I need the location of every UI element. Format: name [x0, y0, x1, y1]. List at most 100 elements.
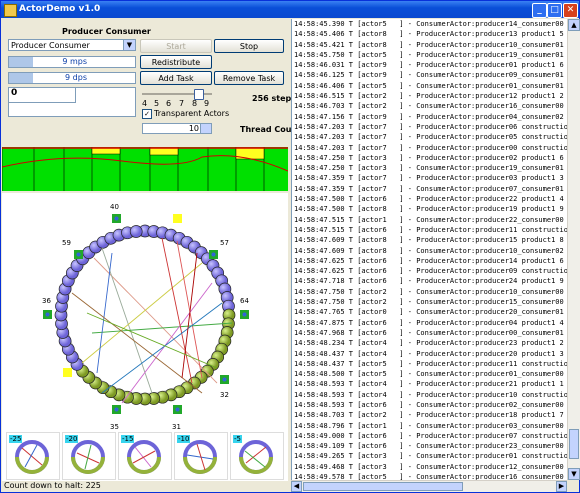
log-line: 14:58:48.437 T [actor5 ] - ProducerActor… [294, 359, 568, 368]
log-line: 14:58:47.750 T [actor2 ] - ConsumerActor… [294, 287, 568, 296]
log-line: 14:58:47.875 T [actor6 ] - ProducerActor… [294, 318, 568, 327]
scroll-thumb[interactable] [569, 429, 579, 459]
log-line: 14:58:47.359 T [actor7 ] - ProducerActor… [294, 174, 568, 183]
history-thumb[interactable]: -5 [230, 432, 284, 480]
close-button[interactable]: ✕ [563, 3, 578, 18]
log-line: 14:58:47.609 T [actor8 ] - ProducerActor… [294, 236, 568, 245]
history-thumb[interactable]: -25 [6, 432, 60, 480]
rate-value: 9 mps [62, 57, 87, 66]
log-line: 14:58:47.203 T [actor7 ] - ProducerActor… [294, 133, 568, 142]
log-line: 14:58:47.156 T [actor9 ] - ProducerActor… [294, 112, 568, 121]
add-task-button[interactable]: Add Task [140, 71, 212, 85]
scroll-right-icon[interactable]: ▶ [556, 481, 567, 492]
log-line: 14:58:49.265 T [actor3 ] - ConsumerActor… [294, 452, 568, 461]
log-line: 14:58:47.750 T [actor2 ] - ConsumerActor… [294, 298, 568, 307]
steps-slider[interactable] [142, 89, 212, 100]
minimize-button[interactable]: _ [532, 3, 547, 18]
log-line: 14:58:47.515 T [actor1 ] - ConsumerActor… [294, 215, 568, 224]
history-thumb[interactable]: -20 [62, 432, 116, 480]
count-value: 0 [9, 88, 76, 103]
scroll-down-icon[interactable]: ▼ [568, 468, 580, 480]
transparent-checkbox[interactable]: ✓ [142, 109, 152, 119]
log-line: 14:58:47.500 T [actor6 ] - ProducerActor… [294, 195, 568, 204]
maximize-button[interactable]: □ [547, 3, 562, 18]
log-line: 14:58:47.250 T [actor3 ] - ConsumerActor… [294, 164, 568, 173]
log-line: 14:58:47.718 T [actor6 ] - ProducerActor… [294, 277, 568, 286]
log-line: 14:58:47.359 T [actor7 ] - ConsumerActor… [294, 184, 568, 193]
log-line: 14:58:47.203 T [actor7 ] - ProducerActor… [294, 143, 568, 152]
node-label: 59 [62, 239, 71, 247]
demo-title: Producer Consumer [62, 27, 151, 36]
log-line: 14:58:49.468 T [actor3 ] - ConsumerActor… [294, 462, 568, 471]
steps-label: 256 steps [252, 94, 296, 103]
thumb-badge: -10 [177, 435, 191, 443]
stop-button[interactable]: Stop [214, 39, 284, 53]
rate-fill [9, 57, 33, 67]
demo-selector[interactable]: Producer Consumer ▼ [8, 39, 136, 51]
log-line: 14:58:46.125 T [actor9 ] - ConsumerActor… [294, 71, 568, 80]
log-vertical-scrollbar[interactable]: ▲ ▼ [567, 19, 580, 480]
tick-label: 5 [154, 99, 160, 108]
log-line: 14:58:45.750 T [actor5 ] - ProducerActor… [294, 50, 568, 59]
tick-label: 4 [142, 99, 148, 108]
node-label: 64 [240, 297, 249, 305]
tick-label: 9 [204, 99, 210, 108]
actor-ring[interactable]: 40 57 59 36 64 32 35 31 [2, 193, 288, 445]
remove-task-button[interactable]: Remove Task [214, 71, 284, 85]
redistribute-button[interactable]: Redistribute [140, 55, 212, 69]
app-icon [4, 4, 17, 17]
log-line: 14:58:47.515 T [actor6 ] - ProducerActor… [294, 225, 568, 234]
tick-label: 8 [192, 99, 198, 108]
control-panel: Producer Consumer Producer Consumer ▼ 9 … [2, 19, 301, 147]
transparent-label: Transparent Actors [154, 109, 230, 118]
thumb-badge: -25 [9, 435, 23, 443]
log-line: 14:58:48.593 T [actor6 ] - ConsumerActor… [294, 400, 568, 409]
chevron-down-icon[interactable]: ▼ [123, 40, 135, 50]
log-line: 14:58:48.593 T [actor4 ] - ProducerActor… [294, 390, 568, 399]
scroll-left-icon[interactable]: ◀ [291, 481, 302, 492]
actor-node[interactable] [129, 225, 143, 238]
thread-count-spinner[interactable]: 10 [142, 123, 212, 134]
dps-value: 9 dps [65, 73, 87, 82]
scroll-up-icon[interactable]: ▲ [568, 19, 580, 31]
history-thumb[interactable]: -15 [118, 432, 172, 480]
log-line: 14:58:49.578 T [actor5 ] - ConsumerActor… [294, 473, 568, 480]
dps-field[interactable]: 9 dps [8, 72, 136, 84]
log-output[interactable]: 14:58:45.390 T [actor5 ] - ConsumerActor… [291, 19, 568, 480]
log-line: 14:58:46.031 T [actor9 ] - ProducerActor… [294, 61, 568, 70]
log-line: 14:58:47.765 T [actor0 ] - ConsumerActor… [294, 308, 568, 317]
log-line: 14:58:48.500 T [actor5 ] - ConsumerActor… [294, 370, 568, 379]
start-button[interactable]: Start [140, 39, 212, 53]
node-label: 40 [110, 203, 119, 211]
dps-fill [9, 73, 33, 83]
log-line: 14:58:47.609 T [actor8 ] - ConsumerActor… [294, 246, 568, 255]
spinner-arrows-icon[interactable] [200, 124, 211, 133]
title-bar[interactable]: ActorDemo v1.0 _ □ ✕ [1, 1, 579, 18]
thread-count-value: 10 [188, 124, 199, 133]
log-line: 14:58:48.437 T [actor4 ] - ProducerActor… [294, 349, 568, 358]
log-line: 14:58:48.796 T [actor1 ] - ConsumerActor… [294, 421, 568, 430]
log-line: 14:58:47.250 T [actor3 ] - ProducerActor… [294, 153, 568, 162]
log-line: 14:58:47.203 T [actor7 ] - ProducerActor… [294, 122, 568, 131]
log-line: 14:58:48.593 T [actor4 ] - ProducerActor… [294, 380, 568, 389]
node-square [173, 214, 182, 223]
log-line: 14:58:45.390 T [actor5 ] - ConsumerActor… [294, 20, 568, 28]
node-label: 57 [220, 239, 229, 247]
log-horizontal-scrollbar[interactable]: ◀ ▶ [291, 480, 567, 492]
log-line: 14:58:45.421 T [actor8 ] - ProducerActor… [294, 40, 568, 49]
scroll-thumb[interactable] [303, 482, 463, 491]
log-line: 14:58:46.703 T [actor2 ] - ConsumerActor… [294, 102, 568, 111]
history-thumb[interactable]: -10 [174, 432, 228, 480]
history-thumbnails: -25 -20 -15 -10 -5 [2, 429, 288, 481]
log-line: 14:58:46.406 T [actor5 ] - ConsumerActor… [294, 81, 568, 90]
log-line: 14:58:47.625 T [actor6 ] - ProducerActor… [294, 267, 568, 276]
count-field[interactable]: 0 [8, 87, 136, 117]
log-line: 14:58:48.234 T [actor4 ] - ProducerActor… [294, 339, 568, 348]
log-line: 14:58:47.968 T [actor6 ] - ConsumerActor… [294, 328, 568, 337]
rate-field[interactable]: 9 mps [8, 56, 136, 68]
log-line: 14:58:47.625 T [actor6 ] - ProducerActor… [294, 256, 568, 265]
log-line: 14:58:49.109 T [actor6 ] - ConsumerActor… [294, 442, 568, 451]
log-line: 14:58:48.703 T [actor2 ] - ProducerActor… [294, 411, 568, 420]
left-panel: Producer Consumer Producer Consumer ▼ 9 … [2, 19, 301, 491]
thumb-badge: -15 [121, 435, 135, 443]
